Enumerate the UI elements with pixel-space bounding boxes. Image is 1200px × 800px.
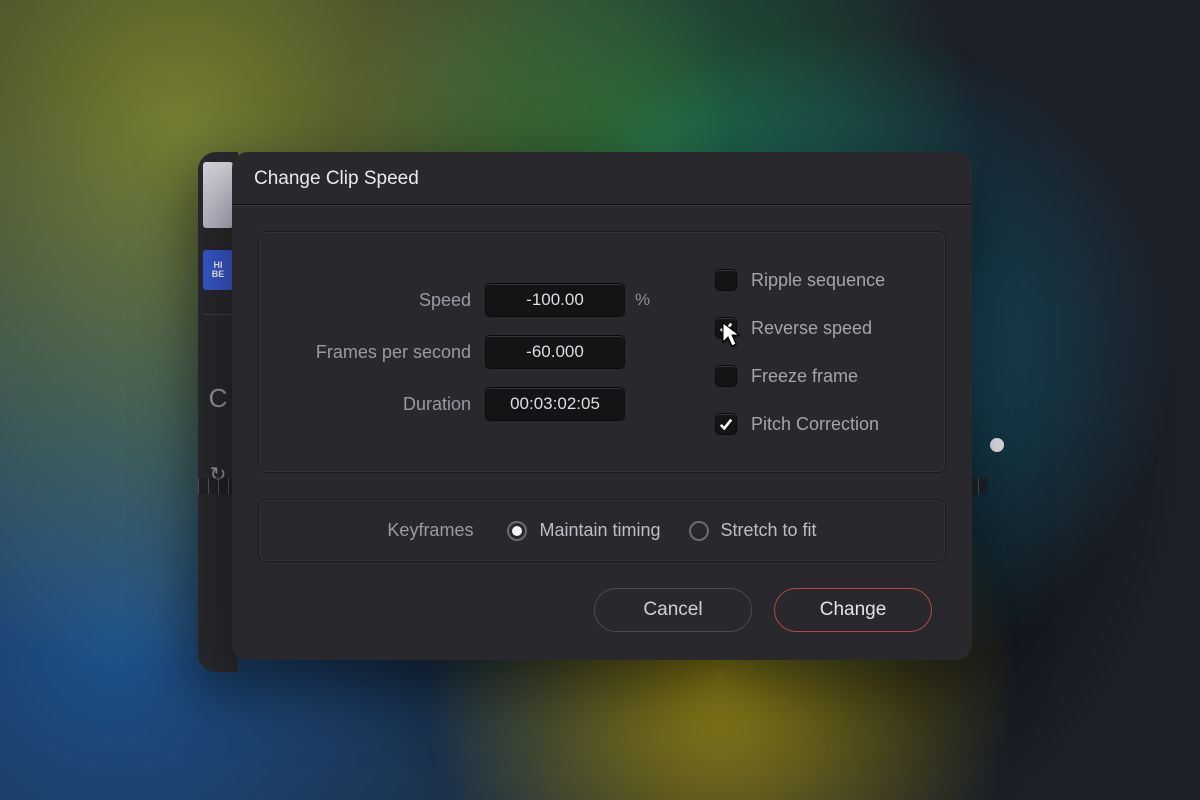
dialog-title: Change Clip Speed [232,152,972,205]
stretch-to-fit-radio[interactable] [689,521,709,541]
background-thumbnail-2: HIBE [203,250,233,290]
speed-input[interactable]: -100.00 [485,283,625,317]
duration-label: Duration [285,394,485,415]
dialog-button-row: Cancel Change [232,562,972,632]
stretch-to-fit-label: Stretch to fit [721,520,817,541]
pitch-correction-label: Pitch Correction [751,414,879,435]
cancel-button[interactable]: Cancel [594,588,752,632]
maintain-timing-radio[interactable] [507,521,527,541]
keyframes-label: Keyframes [387,520,473,541]
background-playhead-dot [990,438,1004,452]
freeze-frame-checkbox[interactable] [715,365,737,387]
pitch-correction-checkbox[interactable] [715,413,737,435]
ripple-sequence-label: Ripple sequence [751,270,885,291]
speed-settings-panel: Speed -100.00 % Frames per second -60.00… [258,231,946,473]
maintain-timing-label: Maintain timing [539,520,660,541]
background-thumbnail-1 [203,162,233,228]
fps-label: Frames per second [285,342,485,363]
change-clip-speed-dialog: Change Clip Speed Speed -100.00 % Frames… [232,152,972,660]
checkbox-group: Ripple sequence Reverse speed Freeze fra… [675,256,919,448]
reverse-speed-label: Reverse speed [751,318,872,339]
reverse-speed-checkbox[interactable] [715,317,737,339]
background-separator [203,314,233,315]
freeze-frame-label: Freeze frame [751,366,858,387]
change-button[interactable]: Change [774,588,932,632]
keyframes-panel: Keyframes Maintain timing Stretch to fit [258,499,946,562]
speed-unit: % [625,290,655,310]
background-glyph-c: C [209,383,228,414]
fps-input[interactable]: -60.000 [485,335,625,369]
ripple-sequence-checkbox[interactable] [715,269,737,291]
duration-input[interactable]: 00:03:02:05 [485,387,625,421]
speed-label: Speed [285,290,485,311]
